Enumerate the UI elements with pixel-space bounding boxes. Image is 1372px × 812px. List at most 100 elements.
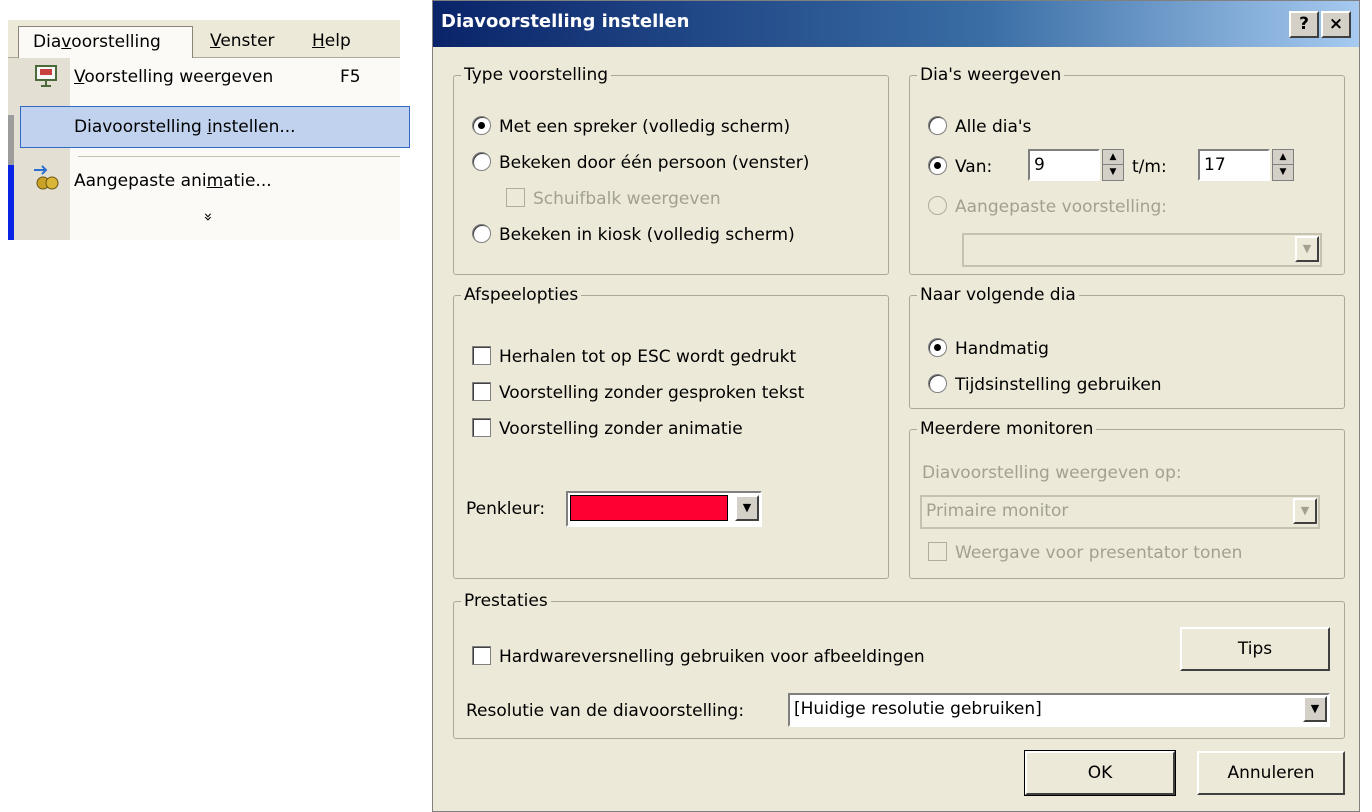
spin-up-icon: ▲: [1273, 150, 1293, 165]
pen-color-swatch: [570, 495, 728, 521]
dropdown-arrow-icon: ▼: [1293, 498, 1317, 524]
close-button[interactable]: ×: [1321, 11, 1351, 38]
menu-help[interactable]: Help: [306, 26, 357, 58]
checkbox-loop-label: Herhalen tot op ESC wordt gedrukt: [499, 347, 797, 367]
radio-presenter[interactable]: Met een spreker (volledig scherm): [472, 113, 790, 141]
spin-down-icon: ▼: [1279, 167, 1287, 177]
radio-presenter-label: Met een spreker (volledig scherm): [499, 117, 791, 137]
radio-individual[interactable]: Bekeken door één persoon (venster): [472, 149, 809, 177]
checkbox-loop[interactable]: Herhalen tot op ESC wordt gedrukt: [472, 343, 796, 371]
group-show-type-legend: Type voorstelling: [464, 65, 609, 85]
tips-button[interactable]: Tips: [1180, 627, 1330, 671]
menu-venster[interactable]: Venster: [204, 26, 281, 58]
checkbox-scrollbar[interactable]: Schuifbalk weergeven: [506, 185, 721, 213]
spin-up-icon: ▲: [1103, 150, 1123, 165]
pen-color-label: Penkleur:: [466, 499, 546, 519]
radio-all-slides[interactable]: Alle dia's: [928, 113, 1031, 141]
group-show-slides-legend: Dia's weergeven: [920, 65, 1062, 85]
radio-individual-icon: [472, 151, 491, 171]
checkbox-no-animation-label: Voorstelling zonder animatie: [499, 419, 743, 439]
checkbox-no-animation-icon: [472, 417, 491, 437]
spin-down-icon: ▼: [1109, 167, 1117, 177]
monitor-label: Diavoorstelling weergeven op:: [922, 463, 1182, 483]
ok-button[interactable]: OK: [1024, 750, 1176, 796]
group-play-options-legend: Afspeelopties: [464, 285, 579, 305]
checkbox-hardware-acceleration-icon: [472, 645, 491, 665]
group-play-options: Afspeelopties Herhalen tot op ESC wordt …: [453, 285, 889, 579]
radio-from-icon: [928, 155, 947, 175]
menu-item-show-label: Voorstelling weergeven: [74, 67, 274, 87]
resolution-label: Resolutie van de diavoorstelling:: [466, 701, 745, 721]
dropdown-arrow-icon: ▼: [1295, 236, 1319, 262]
radio-custom-show[interactable]: Aangepaste voorstelling:: [928, 193, 1167, 221]
radio-custom-show-icon: [928, 195, 947, 215]
dialog-titlebar: Diavoorstelling instellen ? ×: [433, 1, 1359, 47]
group-show-slides: Dia's weergeven Alle dia's Van: 9 ▲ ▼ t/m…: [909, 65, 1345, 275]
radio-individual-label: Bekeken door één persoon (venster): [499, 153, 810, 173]
menu-item-animation[interactable]: Aangepaste animatie...: [74, 162, 272, 200]
checkbox-presenter-view-label: Weergave voor presentator tonen: [955, 543, 1243, 563]
to-slide-spinner[interactable]: ▲ ▼: [1272, 149, 1294, 181]
radio-timings-label: Tijdsinstelling gebruiken: [955, 375, 1162, 395]
checkbox-no-animation[interactable]: Voorstelling zonder animatie: [472, 415, 743, 443]
checkbox-presenter-view[interactable]: Weergave voor presentator tonen: [928, 539, 1242, 567]
cancel-button[interactable]: Annuleren: [1197, 751, 1345, 795]
resolution-select-value: [Huidige resolutie gebruiken]: [794, 699, 1042, 719]
radio-from[interactable]: Van:: [928, 153, 992, 181]
radio-timings-icon: [928, 373, 947, 393]
expand-menu-chevron-icon[interactable]: »: [200, 212, 218, 221]
menu-item-setup[interactable]: Diavoorstelling instellen...: [74, 108, 296, 146]
resolution-select[interactable]: [Huidige resolutie gebruiken] ▼: [788, 693, 1330, 727]
group-advance-legend: Naar volgende dia: [920, 285, 1076, 305]
checkbox-no-narration[interactable]: Voorstelling zonder gesproken tekst: [472, 379, 804, 407]
menu-separator: [78, 156, 400, 157]
menu-item-show[interactable]: Voorstelling weergeven F5: [74, 58, 394, 96]
checkbox-hardware-acceleration-label: Hardwareversnelling gebruiken voor afbee…: [499, 647, 925, 667]
group-performance: Prestaties Hardwareversnelling gebruiken…: [453, 591, 1345, 739]
to-label: t/m:: [1132, 157, 1167, 177]
custom-show-select[interactable]: ▼: [962, 233, 1322, 267]
checkbox-no-narration-label: Voorstelling zonder gesproken tekst: [499, 383, 805, 403]
radio-manual[interactable]: Handmatig: [928, 335, 1049, 363]
slideshow-menu: Diavoorstelling Venster Help Voorstellin…: [8, 20, 410, 240]
monitor-select-value: Primaire monitor: [926, 501, 1069, 521]
group-monitors-legend: Meerdere monitoren: [920, 419, 1094, 439]
radio-manual-icon: [928, 337, 947, 357]
menu-item-show-shortcut: F5: [340, 67, 361, 87]
dropdown-arrow-icon: ▼: [735, 495, 759, 521]
radio-presenter-icon: [472, 115, 491, 135]
group-show-type: Type voorstelling Met een spreker (volle…: [453, 65, 889, 275]
radio-kiosk-label: Bekeken in kiosk (volledig scherm): [499, 225, 795, 245]
dialog-title: Diavoorstelling instellen: [441, 11, 690, 32]
group-monitors: Meerdere monitoren Diavoorstelling weerg…: [909, 419, 1345, 579]
radio-kiosk[interactable]: Bekeken in kiosk (volledig scherm): [472, 221, 795, 249]
help-button[interactable]: ?: [1289, 11, 1319, 38]
menu-bar: Diavoorstelling Venster Help: [8, 20, 400, 58]
radio-all-slides-label: Alle dia's: [955, 117, 1032, 137]
checkbox-presenter-view-icon: [928, 541, 947, 561]
monitor-select[interactable]: Primaire monitor ▼: [920, 495, 1320, 529]
radio-custom-show-label: Aangepaste voorstelling:: [955, 197, 1167, 217]
setup-show-dialog: Diavoorstelling instellen ? × Type voors…: [432, 0, 1360, 812]
radio-manual-label: Handmatig: [955, 339, 1049, 359]
checkbox-hardware-acceleration[interactable]: Hardwareversnelling gebruiken voor afbee…: [472, 643, 925, 671]
radio-timings[interactable]: Tijdsinstelling gebruiken: [928, 371, 1162, 399]
checkbox-scrollbar-icon: [506, 187, 525, 207]
menu-side-bar-grey: [8, 115, 14, 165]
checkbox-no-narration-icon: [472, 381, 491, 401]
group-advance: Naar volgende dia Handmatig Tijdsinstell…: [909, 285, 1345, 409]
radio-all-slides-icon: [928, 115, 947, 135]
to-slide-input[interactable]: 17: [1198, 149, 1270, 181]
menu-side-bar-blue: [8, 165, 14, 240]
pen-color-select[interactable]: ▼: [566, 491, 762, 527]
group-performance-legend: Prestaties: [464, 591, 548, 611]
checkbox-loop-icon: [472, 345, 491, 365]
radio-kiosk-icon: [472, 223, 491, 243]
radio-from-label: Van:: [955, 157, 993, 177]
custom-animation-icon: [32, 164, 60, 192]
from-slide-input[interactable]: 9: [1028, 149, 1100, 181]
menu-diavoorstelling[interactable]: Diavoorstelling: [18, 26, 193, 58]
dropdown-arrow-icon: ▼: [1303, 696, 1327, 722]
from-slide-spinner[interactable]: ▲ ▼: [1102, 149, 1124, 181]
checkbox-scrollbar-label: Schuifbalk weergeven: [533, 189, 721, 209]
